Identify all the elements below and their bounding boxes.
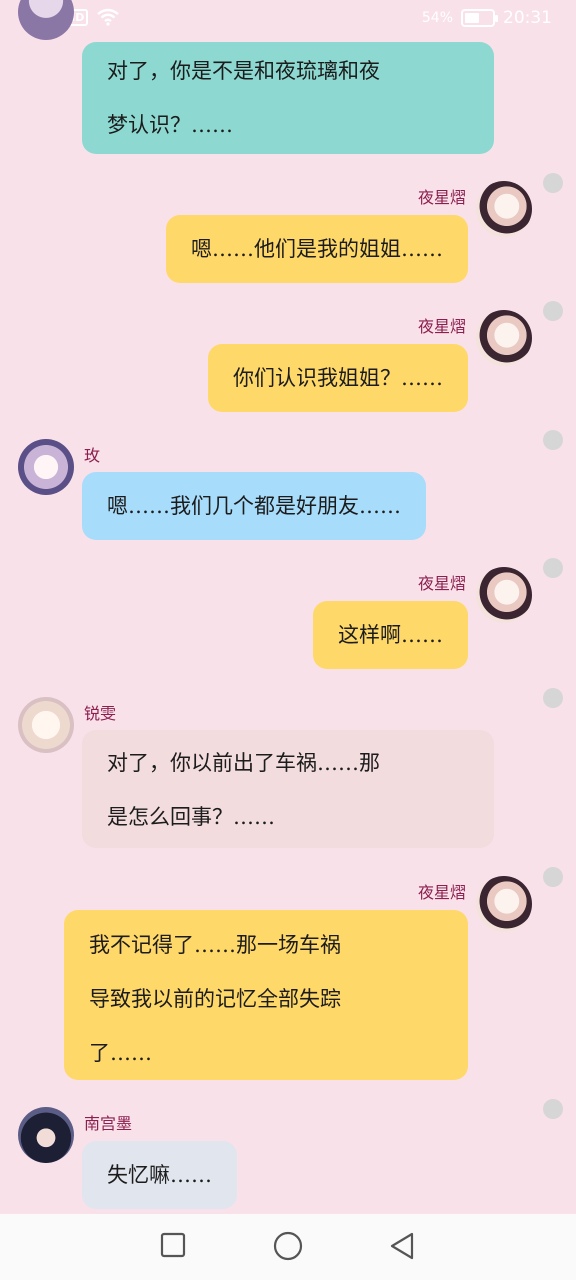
- message-bubble[interactable]: 对了，你以前出了车祸……那 是怎么回事？……: [82, 730, 494, 848]
- avatar[interactable]: [18, 697, 74, 753]
- message-line: 导致我以前的记忆全部失踪: [89, 987, 341, 1011]
- sender-name: 锐雯: [84, 704, 117, 723]
- message-line: 你们认识我姐姐？……: [233, 366, 443, 390]
- navigation-bar: [0, 1214, 576, 1280]
- status-dot[interactable]: [543, 867, 563, 887]
- status-bar: 4G HD 54% 20:31: [0, 0, 576, 38]
- sender-name: 玫: [84, 446, 101, 465]
- message-line: 嗯……我们几个都是好朋友……: [107, 494, 401, 518]
- status-dot[interactable]: [543, 430, 563, 450]
- circle-icon[interactable]: [273, 1231, 303, 1261]
- message-bubble[interactable]: 这样啊……: [313, 601, 468, 669]
- square-icon[interactable]: [160, 1232, 186, 1260]
- message-line: 嗯……他们是我的姐姐……: [191, 237, 443, 261]
- sender-name: 夜星熠: [417, 317, 466, 336]
- message-bubble[interactable]: 对了，你是不是和夜琉璃和夜 梦认识？……: [82, 42, 494, 154]
- message-line: 这样啊……: [338, 623, 443, 647]
- status-dot[interactable]: [543, 173, 563, 193]
- avatar[interactable]: [476, 876, 532, 932]
- message-bubble[interactable]: 嗯……我们几个都是好朋友……: [82, 472, 426, 540]
- avatar[interactable]: [476, 310, 532, 366]
- sender-name: 南宫墨: [84, 1114, 133, 1133]
- message-line: 是怎么回事？……: [107, 805, 275, 829]
- message-bubble[interactable]: 嗯……他们是我的姐姐……: [166, 215, 468, 283]
- sender-name: 夜星熠: [417, 188, 466, 207]
- message-line: 对了，你以前出了车祸……那: [107, 751, 380, 775]
- message-bubble[interactable]: 你们认识我姐姐？……: [208, 344, 468, 412]
- sender-name: 夜星熠: [417, 883, 466, 902]
- clock: 20:31: [503, 8, 552, 28]
- message-line: 梦认识？……: [107, 113, 233, 137]
- status-right: 54% 20:31: [422, 8, 552, 28]
- status-dot[interactable]: [543, 688, 563, 708]
- message-line: 我不记得了……那一场车祸: [89, 933, 341, 957]
- sender-name: 夜星熠: [417, 574, 466, 593]
- avatar[interactable]: [476, 181, 532, 237]
- message-bubble[interactable]: 失忆嘛……: [82, 1141, 237, 1209]
- avatar[interactable]: [18, 439, 74, 495]
- message-line: 失忆嘛……: [107, 1163, 212, 1187]
- battery-percent: 54%: [421, 10, 453, 26]
- status-dot[interactable]: [543, 301, 563, 321]
- avatar[interactable]: [476, 567, 532, 623]
- message-line: 了……: [89, 1041, 152, 1065]
- avatar[interactable]: [18, 1107, 74, 1163]
- message-bubble[interactable]: 我不记得了……那一场车祸 导致我以前的记忆全部失踪 了……: [64, 910, 468, 1080]
- message-line: 对了，你是不是和夜琉璃和夜: [107, 59, 380, 83]
- status-dot[interactable]: [543, 1099, 563, 1119]
- status-dot[interactable]: [543, 558, 563, 578]
- wifi-icon: [97, 8, 120, 26]
- triangle-back-icon[interactable]: [388, 1232, 416, 1260]
- battery-icon: [461, 9, 498, 27]
